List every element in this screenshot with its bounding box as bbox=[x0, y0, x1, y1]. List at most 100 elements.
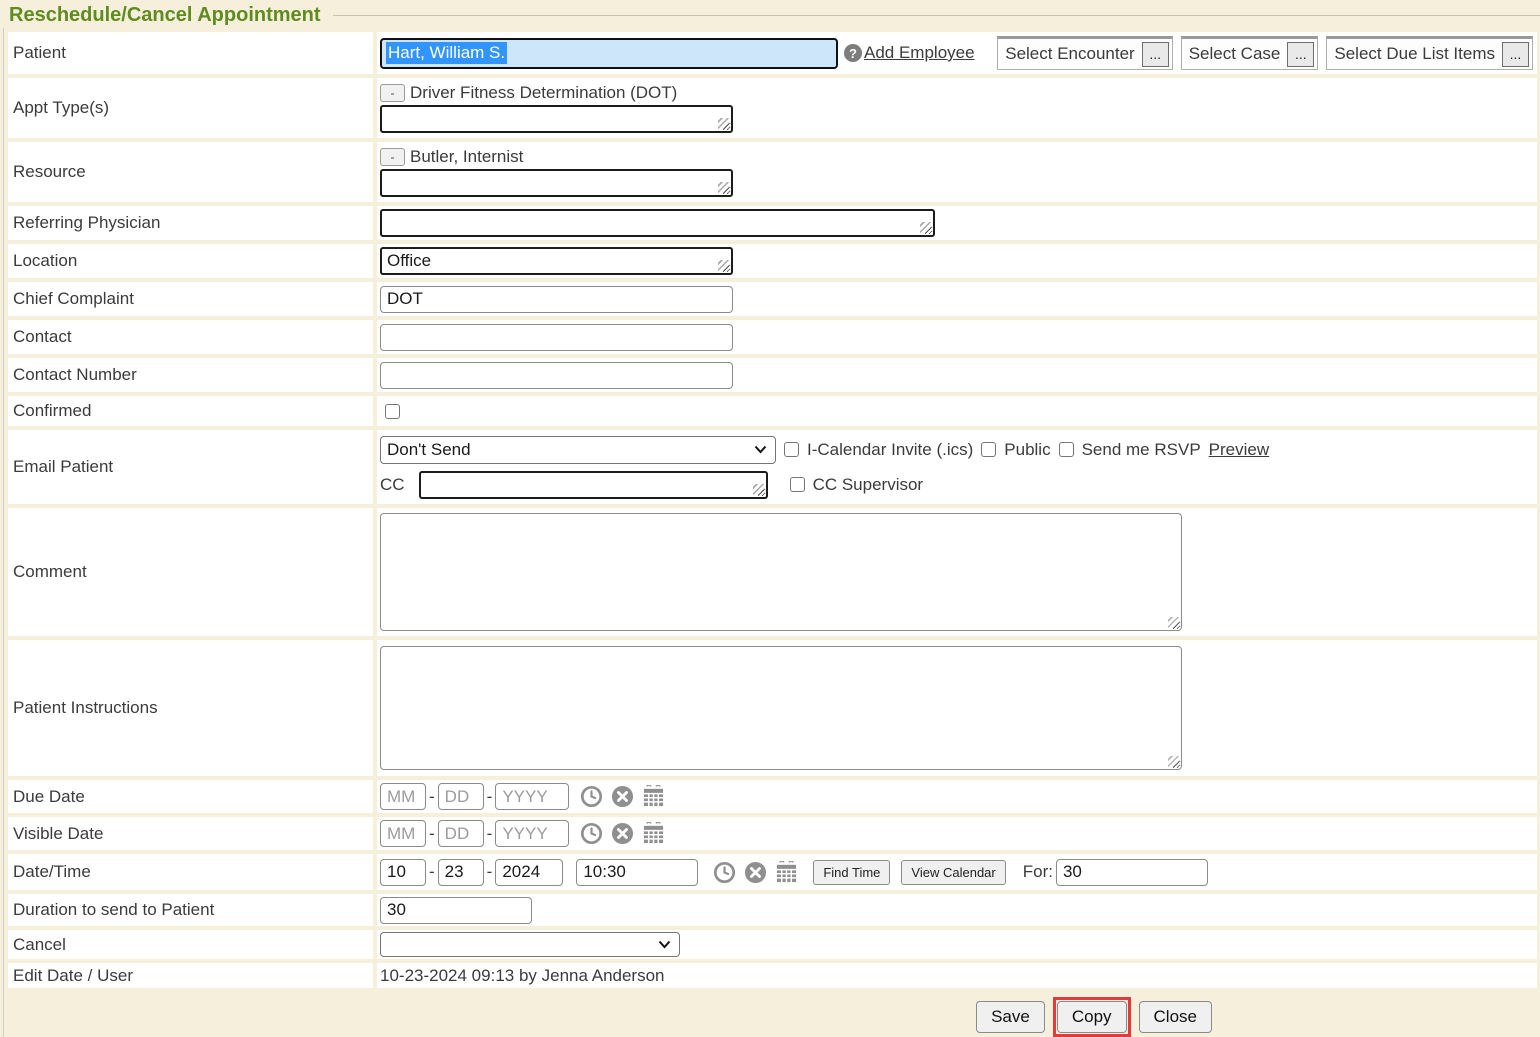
date-time-month-input[interactable] bbox=[380, 859, 426, 886]
date-separator: - bbox=[487, 787, 493, 807]
resource-search-input[interactable] bbox=[380, 169, 733, 197]
select-due-list-items-group[interactable]: Select Due List Items ... bbox=[1326, 36, 1533, 70]
cc-supervisor-label: CC Supervisor bbox=[813, 475, 924, 495]
cc-input[interactable] bbox=[419, 471, 768, 499]
date-time-calendar-icon[interactable] bbox=[775, 861, 798, 884]
date-time-content: - - Find Time View Calendar For: bbox=[377, 854, 1537, 890]
confirmed-checkbox[interactable] bbox=[385, 404, 400, 419]
due-date-clear-icon[interactable] bbox=[611, 785, 634, 808]
appt-type-search-input[interactable] bbox=[380, 105, 733, 133]
reschedule-cancel-appointment-page: Reschedule/Cancel Appointment Patient Ha… bbox=[0, 0, 1540, 1037]
select-encounter-label: Select Encounter bbox=[1005, 44, 1134, 64]
save-button[interactable]: Save bbox=[976, 1001, 1045, 1033]
patient-content: Hart, William S. ? Add Employee Select E… bbox=[377, 32, 1537, 74]
public-checkbox[interactable] bbox=[981, 442, 996, 457]
form-legend: Reschedule/Cancel Appointment bbox=[3, 2, 1540, 28]
find-time-button[interactable]: Find Time bbox=[813, 860, 890, 885]
comment-row: Comment bbox=[8, 508, 1537, 636]
patient-instructions-row: Patient Instructions bbox=[8, 640, 1537, 776]
duration-row: Duration to send to Patient bbox=[8, 894, 1537, 926]
due-date-clock-icon[interactable] bbox=[580, 785, 603, 808]
resource-value: Butler, Internist bbox=[410, 147, 523, 167]
duration-input[interactable] bbox=[380, 897, 532, 924]
select-encounter-dots-button[interactable]: ... bbox=[1142, 42, 1169, 67]
patient-label: Patient bbox=[8, 32, 373, 74]
ical-invite-label: I-Calendar Invite (.ics) bbox=[807, 440, 973, 460]
comment-label: Comment bbox=[8, 508, 373, 636]
copy-button[interactable]: Copy bbox=[1057, 1001, 1127, 1033]
chief-complaint-input[interactable] bbox=[380, 286, 733, 313]
due-date-month-input[interactable] bbox=[380, 783, 426, 810]
contact-number-label: Contact Number bbox=[8, 358, 373, 392]
select-case-dots-button[interactable]: ... bbox=[1287, 42, 1314, 67]
date-time-label: Date/Time bbox=[8, 854, 373, 890]
patient-input[interactable]: Hart, William S. bbox=[380, 38, 838, 69]
visible-date-day-input[interactable] bbox=[438, 820, 484, 847]
visible-date-clock-icon[interactable] bbox=[580, 822, 603, 845]
ical-invite-checkbox[interactable] bbox=[784, 442, 799, 457]
cancel-content bbox=[377, 930, 1537, 959]
referring-physician-input[interactable] bbox=[380, 209, 935, 237]
appt-type-remove-button[interactable]: - bbox=[380, 84, 405, 102]
email-patient-label: Email Patient bbox=[8, 430, 373, 504]
help-icon[interactable]: ? bbox=[844, 44, 862, 62]
visible-date-month-input[interactable] bbox=[380, 820, 426, 847]
date-time-year-input[interactable] bbox=[495, 859, 563, 886]
cancel-select[interactable] bbox=[380, 932, 680, 957]
add-employee-link[interactable]: Add Employee bbox=[864, 43, 975, 63]
date-separator: - bbox=[429, 824, 435, 844]
contact-label: Contact bbox=[8, 320, 373, 354]
patient-instructions-content bbox=[377, 640, 1537, 776]
email-patient-content: Don't Send I-Calendar Invite (.ics) Publ… bbox=[377, 430, 1537, 504]
confirmed-row: Confirmed bbox=[8, 396, 1537, 426]
visible-date-clear-icon[interactable] bbox=[611, 822, 634, 845]
page-title: Reschedule/Cancel Appointment bbox=[9, 4, 321, 27]
select-case-group[interactable]: Select Case ... bbox=[1181, 36, 1319, 70]
due-date-calendar-icon[interactable] bbox=[642, 785, 665, 808]
patient-instructions-textarea[interactable] bbox=[380, 646, 1182, 770]
referring-physician-label: Referring Physician bbox=[8, 206, 373, 240]
due-date-day-input[interactable] bbox=[438, 783, 484, 810]
contact-number-input[interactable] bbox=[380, 362, 733, 389]
form-panel: Patient Hart, William S. ? Add Employee … bbox=[3, 28, 1540, 1037]
date-time-day-input[interactable] bbox=[438, 859, 484, 886]
visible-date-row: Visible Date - - bbox=[8, 817, 1537, 850]
visible-date-calendar-icon[interactable] bbox=[642, 822, 665, 845]
date-time-time-input[interactable] bbox=[576, 859, 698, 886]
copy-button-highlight: Copy bbox=[1053, 997, 1131, 1037]
resource-remove-button[interactable]: - bbox=[380, 148, 405, 166]
email-patient-select[interactable]: Don't Send bbox=[380, 436, 776, 464]
chevron-down-icon bbox=[658, 940, 671, 949]
appt-type-value: Driver Fitness Determination (DOT) bbox=[410, 83, 677, 103]
patient-row: Patient Hart, William S. ? Add Employee … bbox=[8, 32, 1537, 74]
comment-content bbox=[377, 508, 1537, 636]
email-patient-select-value: Don't Send bbox=[387, 440, 471, 460]
cc-supervisor-checkbox[interactable] bbox=[790, 477, 805, 492]
referring-physician-row: Referring Physician bbox=[8, 206, 1537, 240]
confirmed-content bbox=[377, 396, 1537, 426]
visible-date-content: - - bbox=[377, 817, 1537, 850]
close-button[interactable]: Close bbox=[1139, 1001, 1212, 1033]
resource-row: Resource - Butler, Internist bbox=[8, 142, 1537, 202]
send-me-rsvp-checkbox[interactable] bbox=[1059, 442, 1074, 457]
duration-content bbox=[377, 894, 1537, 926]
date-time-clear-icon[interactable] bbox=[744, 861, 767, 884]
date-time-clock-icon[interactable] bbox=[713, 861, 736, 884]
edit-date-user-content: 10-23-2024 09:13 by Jenna Anderson bbox=[377, 963, 1537, 988]
select-encounter-group[interactable]: Select Encounter ... bbox=[997, 36, 1172, 70]
patient-instructions-label: Patient Instructions bbox=[8, 640, 373, 776]
edit-date-user-label: Edit Date / User bbox=[8, 963, 373, 988]
for-duration-input[interactable] bbox=[1056, 859, 1208, 886]
confirmed-label: Confirmed bbox=[8, 396, 373, 426]
due-date-year-input[interactable] bbox=[495, 783, 569, 810]
select-due-list-items-dots-button[interactable]: ... bbox=[1502, 42, 1529, 67]
location-input[interactable]: Office bbox=[380, 247, 733, 275]
chief-complaint-content bbox=[377, 282, 1537, 316]
comment-textarea[interactable] bbox=[380, 513, 1182, 631]
visible-date-year-input[interactable] bbox=[495, 820, 569, 847]
duration-label: Duration to send to Patient bbox=[8, 894, 373, 926]
view-calendar-button[interactable]: View Calendar bbox=[901, 860, 1005, 885]
preview-link[interactable]: Preview bbox=[1209, 440, 1269, 460]
contact-input[interactable] bbox=[380, 324, 733, 351]
appt-type-label: Appt Type(s) bbox=[8, 78, 373, 138]
